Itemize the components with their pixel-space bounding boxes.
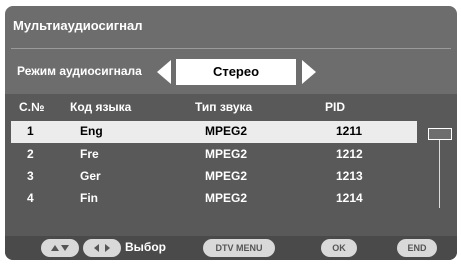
col-header-pid: PID: [325, 100, 346, 114]
col-header-language: Код языка: [70, 100, 132, 114]
row-number: 1: [27, 124, 34, 138]
row-sound-type: MPEG2: [205, 169, 248, 183]
left-right-arrows-icon: [94, 244, 110, 252]
scrollbar-track[interactable]: [439, 136, 440, 208]
end-button[interactable]: END: [397, 239, 437, 257]
up-down-button[interactable]: [41, 239, 79, 257]
table-row[interactable]: 3 Ger MPEG2 1213: [11, 166, 417, 188]
left-right-button[interactable]: [83, 239, 121, 257]
up-down-arrows-icon: [51, 245, 69, 251]
col-header-sound-type: Тип звука: [195, 100, 253, 114]
row-language: Fin: [80, 191, 98, 205]
ok-button[interactable]: OK: [321, 239, 357, 257]
row-number: 2: [27, 147, 34, 161]
title-divider: [11, 48, 451, 49]
col-header-number: С.№: [19, 100, 45, 114]
row-sound-type: MPEG2: [205, 191, 248, 205]
screen: Мультиаудиосигнал Режим аудиосигнала Сте…: [0, 0, 461, 264]
audio-mode-label: Режим аудиосигнала: [17, 64, 142, 78]
table-row[interactable]: 2 Fre MPEG2 1212: [11, 144, 417, 166]
row-language: Fre: [80, 147, 99, 161]
left-arrow-icon[interactable]: [157, 60, 171, 84]
multi-audio-panel: Мультиаудиосигнал Режим аудиосигнала Сте…: [5, 6, 457, 260]
select-hint-label: Выбор: [125, 240, 166, 254]
row-pid: 1214: [336, 191, 363, 205]
table-row[interactable]: 1 Eng MPEG2 1211: [11, 121, 417, 143]
row-sound-type: MPEG2: [205, 147, 248, 161]
audio-mode-selector[interactable]: Стерео: [176, 59, 296, 85]
right-arrow-icon[interactable]: [302, 60, 316, 84]
row-language: Eng: [80, 124, 103, 138]
row-pid: 1213: [336, 169, 363, 183]
dtv-menu-button[interactable]: DTV MENU: [203, 239, 275, 257]
row-pid: 1211: [336, 124, 363, 138]
row-language: Ger: [80, 169, 101, 183]
panel-title: Мультиаудиосигнал: [13, 18, 143, 33]
table-row[interactable]: 4 Fin MPEG2 1214: [11, 188, 417, 210]
row-number: 4: [27, 191, 34, 205]
row-number: 3: [27, 169, 34, 183]
scrollbar-thumb[interactable]: [428, 128, 452, 140]
row-pid: 1212: [336, 147, 363, 161]
row-sound-type: MPEG2: [205, 124, 248, 138]
